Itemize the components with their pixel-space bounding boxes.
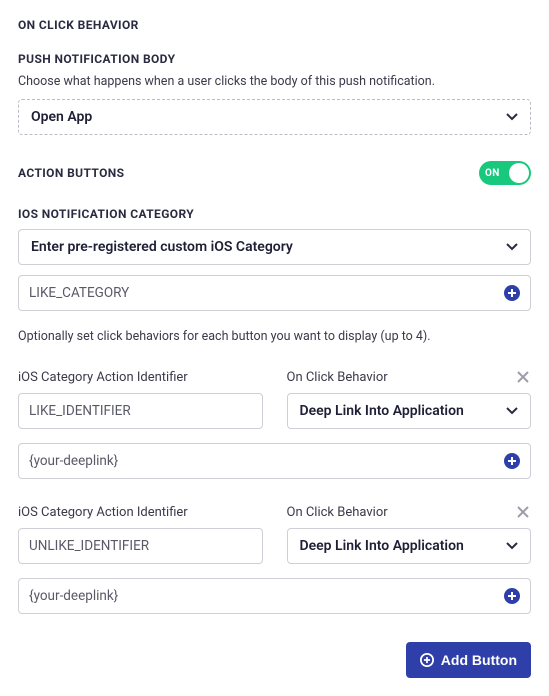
label-on-click: On Click Behavior (287, 370, 532, 385)
label-on-click: On Click Behavior (287, 505, 532, 520)
deeplink-input-value: {your-deeplink} (29, 453, 118, 469)
ios-category-input-value: LIKE_CATEGORY (29, 285, 129, 301)
identifier-input[interactable]: LIKE_IDENTIFIER (18, 393, 263, 429)
label-identifier: iOS Category Action Identifier (18, 505, 263, 520)
deeplink-input-value: {your-deeplink} (29, 588, 118, 604)
toggle-knob (509, 163, 529, 183)
label-identifier: iOS Category Action Identifier (18, 370, 263, 385)
action-buttons-toggle[interactable]: ON (479, 161, 531, 185)
identifier-input-value: UNLIKE_IDENTIFIER (29, 538, 149, 554)
ios-category-hint: Optionally set click behaviors for each … (18, 329, 531, 344)
ios-category-input[interactable]: LIKE_CATEGORY (18, 275, 531, 311)
push-body-select-value: Open App (31, 109, 92, 125)
push-body-hint: Choose what happens when a user clicks t… (18, 74, 531, 89)
plus-circle-icon[interactable] (504, 588, 520, 604)
on-click-select[interactable]: Deep Link Into Application (287, 393, 532, 429)
deeplink-input[interactable]: {your-deeplink} (18, 578, 531, 614)
ios-category-select-value: Enter pre-registered custom iOS Category (31, 239, 293, 255)
toggle-label: ON (485, 168, 500, 179)
action-button-block: iOS Category Action Identifier LIKE_IDEN… (18, 370, 531, 479)
add-button[interactable]: Add Button (406, 642, 531, 678)
section-title-ios-category: IOS NOTIFICATION CATEGORY (18, 207, 531, 221)
identifier-input[interactable]: UNLIKE_IDENTIFIER (18, 528, 263, 564)
ios-category-select[interactable]: Enter pre-registered custom iOS Category (18, 229, 531, 265)
on-click-select[interactable]: Deep Link Into Application (287, 528, 532, 564)
chevron-down-icon (506, 113, 518, 121)
chevron-down-icon (506, 243, 518, 251)
plus-circle-icon[interactable] (504, 453, 520, 469)
deeplink-input[interactable]: {your-deeplink} (18, 443, 531, 479)
section-title-on-click-behavior: ON CLICK BEHAVIOR (18, 18, 531, 32)
plus-circle-icon[interactable] (504, 285, 520, 301)
on-click-select-value: Deep Link Into Application (300, 538, 464, 554)
close-icon[interactable] (517, 503, 531, 517)
push-body-select[interactable]: Open App (18, 99, 531, 135)
close-icon[interactable] (517, 368, 531, 382)
chevron-down-icon (506, 542, 518, 550)
section-title-push-body: PUSH NOTIFICATION BODY (18, 52, 531, 66)
plus-circle-icon (420, 653, 434, 667)
action-button-block: iOS Category Action Identifier UNLIKE_ID… (18, 505, 531, 614)
on-click-select-value: Deep Link Into Application (300, 403, 464, 419)
add-button-label: Add Button (441, 652, 517, 668)
chevron-down-icon (506, 407, 518, 415)
identifier-input-value: LIKE_IDENTIFIER (29, 403, 131, 419)
section-title-action-buttons: ACTION BUTTONS (18, 166, 124, 180)
